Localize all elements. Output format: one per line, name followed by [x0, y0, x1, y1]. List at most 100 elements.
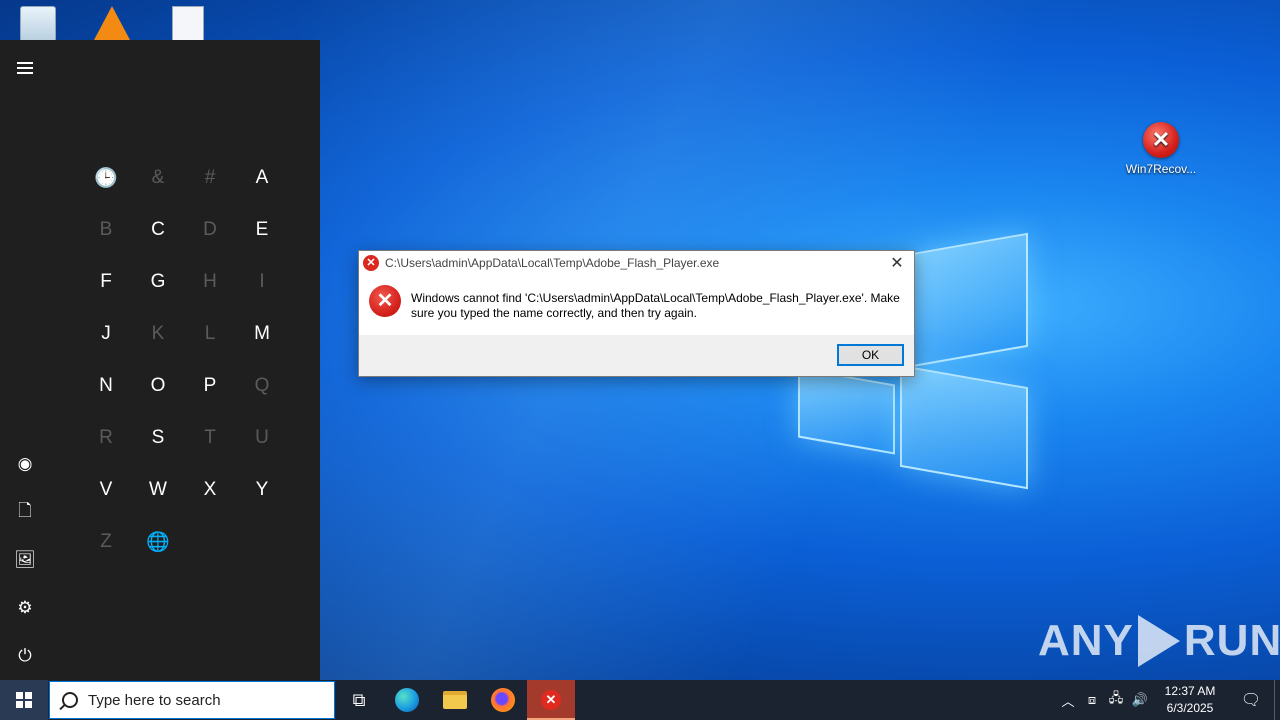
- tray-device-button[interactable]: ⧈: [1080, 680, 1104, 720]
- letter-index-o[interactable]: O: [132, 360, 184, 412]
- close-icon: ✕: [890, 255, 904, 272]
- anyrun-watermark: ANY RUN: [1038, 612, 1280, 670]
- letter-index-l: L: [204, 323, 216, 344]
- dialog-footer: OK: [359, 335, 914, 376]
- chevron-up-icon: ︿: [1061, 693, 1075, 709]
- clock[interactable]: 12:37 AM 6/3/2025: [1152, 683, 1228, 717]
- vlc-icon: [94, 6, 130, 40]
- network-button[interactable]: 🖧: [1104, 680, 1128, 720]
- letter-index-k: K: [151, 323, 165, 344]
- letter-index-e[interactable]: E: [236, 204, 288, 256]
- power-icon: ⏻: [18, 646, 32, 665]
- dialog-title-bar[interactable]: ✕ C:\Users\admin\AppData\Local\Temp\Adob…: [359, 251, 914, 275]
- user-account-button[interactable]: ◉: [0, 440, 50, 488]
- taskbar-app-file-explorer[interactable]: [431, 680, 479, 720]
- clock-date: 6/3/2025: [1166, 701, 1214, 715]
- documents-icon: 🗋: [18, 500, 32, 520]
- letter-index-f[interactable]: F: [80, 256, 132, 308]
- letter-index-a[interactable]: A: [236, 152, 288, 204]
- notifications-button[interactable]: 🗨: [1228, 680, 1274, 720]
- volume-button[interactable]: 🔊: [1128, 680, 1152, 720]
- letter-index-v[interactable]: V: [80, 464, 132, 516]
- letter-index-z: Z: [100, 531, 112, 552]
- letter-index-m[interactable]: M: [236, 308, 288, 360]
- letter-index-q: Q: [254, 375, 270, 396]
- taskbar-app-edge[interactable]: [383, 680, 431, 720]
- desktop-icon-vlc[interactable]: [74, 6, 150, 44]
- taskbar-app-error[interactable]: ✕: [527, 680, 575, 720]
- error-x-icon: ✕: [1143, 122, 1179, 158]
- letter-index-symbol: 🌐: [146, 532, 170, 553]
- pictures-button[interactable]: 🖼: [0, 536, 50, 584]
- taskbar-app-firefox[interactable]: [479, 680, 527, 720]
- letter-index-g[interactable]: G: [132, 256, 184, 308]
- letter-index-s[interactable]: S: [132, 412, 184, 464]
- letter-index-p[interactable]: P: [184, 360, 236, 412]
- ok-button[interactable]: OK: [837, 344, 904, 366]
- error-dialog: ✕ C:\Users\admin\AppData\Local\Temp\Adob…: [358, 250, 915, 377]
- letter-index-t: T: [204, 427, 216, 448]
- desktop-icon-label: Win7Recov...: [1125, 162, 1197, 176]
- show-desktop-button[interactable]: [1274, 680, 1280, 720]
- dialog-body: ✕ Windows cannot find 'C:\Users\admin\Ap…: [369, 285, 909, 321]
- documents-button[interactable]: 🗋: [0, 488, 50, 536]
- close-button[interactable]: ✕: [882, 251, 912, 275]
- power-button[interactable]: ⏻: [0, 632, 50, 680]
- error-icon: ✕: [363, 255, 379, 271]
- task-view-button[interactable]: ⧉: [335, 680, 383, 720]
- letter-index-j[interactable]: J: [80, 308, 132, 360]
- desktop-icon-win7recovery[interactable]: ✕ Win7Recov...: [1123, 122, 1199, 176]
- network-icon: 🖧: [1108, 690, 1124, 705]
- dialog-message-line: Windows cannot find 'C:\Users\admin\AppD…: [411, 291, 900, 305]
- letter-index-u: U: [255, 427, 269, 448]
- firefox-icon: [491, 688, 515, 712]
- taskbar: Type here to search ⧉ ✕ ︿ ⧈ 🖧 🔊 12:37 AM…: [0, 680, 1280, 720]
- letter-index-h: H: [203, 271, 217, 292]
- task-view-icon: ⧉: [352, 689, 366, 710]
- letter-index-n[interactable]: N: [80, 360, 132, 412]
- start-menu-rail: ◉ 🗋 🖼 ⚙ ⏻: [0, 40, 50, 680]
- device-icon: ⧈: [1087, 692, 1097, 707]
- windows-logo-pane: [900, 232, 1028, 370]
- settings-button[interactable]: ⚙: [0, 584, 50, 632]
- search-placeholder: Type here to search: [88, 691, 221, 709]
- start-button[interactable]: [0, 680, 48, 720]
- document-icon: [172, 6, 204, 42]
- error-x-icon: ✕: [541, 690, 561, 710]
- clock-time: 12:37 AM: [1164, 684, 1216, 698]
- windows-logo-icon: [16, 692, 32, 708]
- dialog-message-line: sure you typed the name correctly, and t…: [411, 306, 697, 320]
- speaker-icon: 🔊: [1131, 692, 1149, 707]
- menu-icon: [17, 67, 33, 69]
- letter-index-grid: 🕒 & # A B C D E F G H I J K L M N O P Q R S T U V W X Y Z 🌐: [80, 152, 288, 568]
- dialog-title: C:\Users\admin\AppData\Local\Temp\Adobe_…: [385, 256, 720, 270]
- letter-index-b: B: [99, 219, 113, 240]
- letter-index-symbol: #: [204, 167, 216, 188]
- search-box[interactable]: Type here to search: [49, 681, 335, 719]
- folder-icon: [443, 691, 467, 709]
- letter-index-c[interactable]: C: [132, 204, 184, 256]
- play-icon: [1137, 615, 1180, 667]
- letter-index-r: R: [99, 427, 113, 448]
- system-tray: ︿ ⧈ 🖧 🔊 12:37 AM 6/3/2025 🗨: [1056, 680, 1280, 720]
- search-icon: [62, 692, 78, 708]
- letter-index-y[interactable]: Y: [236, 464, 288, 516]
- letter-index-d: D: [203, 219, 217, 240]
- dialog-message: Windows cannot find 'C:\Users\admin\AppD…: [411, 285, 900, 321]
- edge-icon: [395, 688, 419, 712]
- expand-menu-button[interactable]: [0, 44, 50, 92]
- pictures-icon: 🖼: [14, 550, 36, 569]
- letter-index-x[interactable]: X: [184, 464, 236, 516]
- error-icon: ✕: [369, 285, 401, 317]
- settings-icon: ⚙: [17, 598, 33, 617]
- watermark-text-run: RUN: [1183, 616, 1280, 665]
- start-menu: ◉ 🗋 🖼 ⚙ ⏻ 🕒 & # A B C D E F G H I J K L M N O P Q R S T U V W X Y Z 🌐: [0, 40, 320, 680]
- letter-index-symbol: 🕒: [94, 168, 118, 189]
- letter-index-w[interactable]: W: [132, 464, 184, 516]
- recycle-bin-icon: [20, 6, 56, 42]
- notification-icon: 🗨: [1240, 692, 1262, 709]
- show-hidden-icons-button[interactable]: ︿: [1056, 680, 1080, 720]
- letter-index-symbol: &: [151, 167, 165, 188]
- user-icon: ◉: [17, 454, 33, 473]
- watermark-text-any: ANY: [1038, 616, 1134, 665]
